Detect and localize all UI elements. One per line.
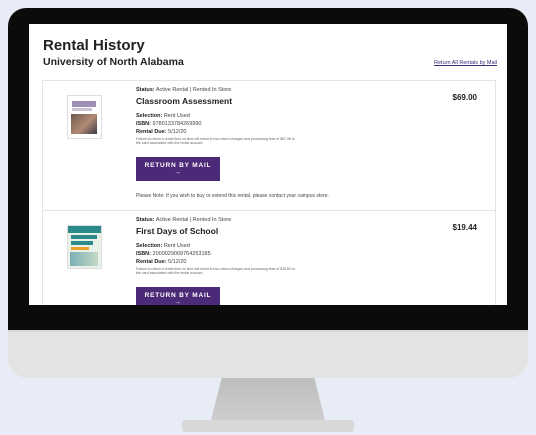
return-all-rentals-link[interactable]: Return All Rentals by Mail xyxy=(434,60,497,66)
rental-card: Status: Active Rental | Rented In Store … xyxy=(42,80,496,212)
book-cover-image xyxy=(67,95,102,139)
fine-print: Failure to return a rental item on time … xyxy=(136,137,295,145)
isbn-label: ISBN: xyxy=(136,251,151,257)
cover-title-line xyxy=(71,235,97,239)
page-header: Rental History University of North Alaba… xyxy=(43,37,497,69)
page-title: Rental History xyxy=(43,37,145,54)
monitor-stand xyxy=(210,378,326,424)
isbn-value: 9780133784269990 xyxy=(152,121,202,127)
fine-print: Failure to return a rental item on time … xyxy=(136,267,295,275)
rental-note: Please Note: If you wish to buy or exten… xyxy=(136,193,329,199)
rental-details: Status: Active Rental | Rented In Store … xyxy=(136,87,426,199)
rental-status: Status: Active Rental | Rented In Store xyxy=(136,87,426,93)
selection-value: Rent Used xyxy=(163,113,190,119)
cover-top-band xyxy=(68,226,101,233)
due-label: Rental Due: xyxy=(136,129,167,135)
rental-card: Status: Active Rental | Rented In Store … xyxy=(42,210,496,305)
cover-title-line xyxy=(71,241,93,245)
return-by-mail-button[interactable]: RETURN BY MAIL → xyxy=(136,287,220,305)
status-value: Active Rental | Rented In Store xyxy=(155,87,232,93)
selection-info: Selection: Rent Used xyxy=(136,113,426,119)
page-subtitle: University of North Alabama xyxy=(43,56,184,68)
selection-label: Selection: xyxy=(136,243,163,249)
selection-value: Rent Used xyxy=(163,243,190,249)
rental-due-info: Rental Due: 5/12/20 xyxy=(136,259,426,265)
rental-due-info: Rental Due: 5/12/20 xyxy=(136,129,426,135)
rental-details: Status: Active Rental | Rented In Store … xyxy=(136,217,426,305)
rental-price: $19.44 xyxy=(452,223,477,232)
due-value: 5/12/20 xyxy=(168,129,187,135)
due-value: 5/12/20 xyxy=(168,259,187,265)
rental-status: Status: Active Rental | Rented In Store xyxy=(136,217,426,223)
return-by-mail-button[interactable]: RETURN BY MAIL → xyxy=(136,157,220,181)
cover-title-band xyxy=(72,101,96,107)
book-title: First Days of School xyxy=(136,226,219,236)
monitor-stand-base xyxy=(182,420,354,432)
cover-subtitle-band xyxy=(72,108,92,111)
cover-illustration xyxy=(70,252,98,266)
screen: Rental History University of North Alaba… xyxy=(29,24,507,305)
book-cover-image xyxy=(67,225,102,269)
due-label: Rental Due: xyxy=(136,259,167,265)
rental-price: $69.00 xyxy=(452,93,477,102)
selection-label: Selection: xyxy=(136,113,163,119)
isbn-info: ISBN: 2000029009764253185 xyxy=(136,251,426,257)
isbn-info: ISBN: 9780133784269990 xyxy=(136,121,426,127)
cover-accent-line xyxy=(71,247,89,250)
book-title: Classroom Assessment xyxy=(136,96,233,106)
isbn-value: 2000029009764253185 xyxy=(152,251,211,257)
isbn-label: ISBN: xyxy=(136,121,151,127)
status-label: Status: xyxy=(136,217,155,223)
status-value: Active Rental | Rented In Store xyxy=(155,217,232,223)
status-label: Status: xyxy=(136,87,155,93)
selection-info: Selection: Rent Used xyxy=(136,243,426,249)
monitor-chin xyxy=(8,330,528,378)
cover-photo xyxy=(71,114,97,134)
